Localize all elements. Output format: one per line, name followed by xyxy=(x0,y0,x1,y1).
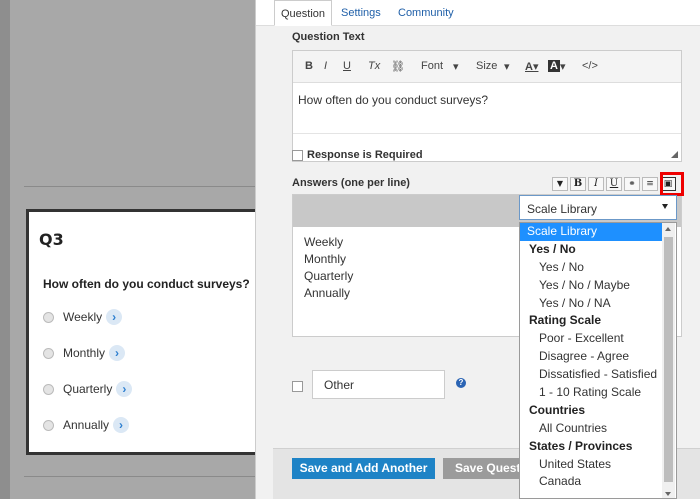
question-number: Q3 xyxy=(39,230,64,249)
dropdown-option[interactable]: Yes / No xyxy=(520,259,663,277)
radio-button[interactable] xyxy=(43,311,54,323)
bold-icon[interactable]: B xyxy=(570,177,586,191)
caret-down-icon xyxy=(662,204,668,209)
dropdown-option[interactable]: Disagree - Agree xyxy=(520,348,663,366)
answers-label: Answers (one per line) xyxy=(292,177,410,189)
dropdown-option[interactable]: Scale Library xyxy=(520,223,663,241)
option-label: Annually xyxy=(63,418,110,432)
chevron-right-icon[interactable]: › xyxy=(109,345,126,361)
highlight-box xyxy=(660,172,684,196)
background-color-icon[interactable]: A xyxy=(548,60,560,72)
question-text-value[interactable]: How often do you conduct surveys? xyxy=(293,83,681,117)
align-center-icon[interactable]: ≡ xyxy=(642,177,658,191)
size-dropdown[interactable]: Size xyxy=(476,60,497,72)
chevron-down-icon[interactable]: ▼ xyxy=(552,177,568,191)
select-value: Scale Library xyxy=(527,202,598,216)
dropdown-option[interactable]: United States xyxy=(520,456,663,474)
preview-option[interactable]: Quarterly › xyxy=(43,381,133,397)
underline-icon[interactable]: U xyxy=(606,177,622,191)
text-color-icon[interactable]: A▾ xyxy=(525,60,538,73)
chevron-down-icon[interactable]: ▾ xyxy=(453,60,459,73)
preview-option[interactable]: Weekly › xyxy=(43,309,123,325)
dropdown-list: Scale Library Yes / No Yes / No Yes / No / … xyxy=(520,223,663,491)
question-preview-card: Q3 How often do you conduct surveys? Wee… xyxy=(26,209,266,455)
divider-line xyxy=(24,186,255,187)
help-icon[interactable]: ? xyxy=(456,378,466,388)
preview-option[interactable]: Annually › xyxy=(43,417,130,433)
dropdown-option[interactable]: All Countries xyxy=(520,420,663,438)
other-checkbox[interactable] xyxy=(292,381,303,392)
link-icon[interactable]: ⚭ xyxy=(624,177,640,191)
tab-community[interactable]: Community xyxy=(398,0,454,26)
scroll-down-icon[interactable] xyxy=(665,492,671,496)
dropdown-option[interactable]: Poor - Excellent xyxy=(520,330,663,348)
radio-button[interactable] xyxy=(43,419,54,431)
dropdown-group-label: Yes / No xyxy=(529,241,576,256)
italic-icon[interactable]: I xyxy=(588,177,604,191)
response-required-label: Response is Required xyxy=(307,149,423,161)
link-icon[interactable]: ⛓ xyxy=(391,60,405,73)
dropdown-option[interactable]: 1 - 10 Rating Scale xyxy=(520,384,663,402)
dropdown-option[interactable]: Canada xyxy=(520,473,663,491)
radio-button[interactable] xyxy=(43,383,54,395)
dropdown-group-label: States / Provinces xyxy=(529,438,633,453)
font-dropdown[interactable]: Font xyxy=(421,60,443,72)
question-text: How often do you conduct surveys? xyxy=(43,277,250,291)
save-and-add-button[interactable]: Save and Add Another xyxy=(292,458,435,479)
tab-settings[interactable]: Settings xyxy=(341,0,381,26)
chevron-down-icon[interactable]: ▾ xyxy=(560,60,566,73)
dropdown-option[interactable]: Yes / No / Maybe xyxy=(520,277,663,295)
tab-question[interactable]: Question xyxy=(274,0,333,26)
option-label: Weekly xyxy=(63,310,103,324)
chevron-down-icon[interactable]: ▾ xyxy=(504,60,510,73)
scroll-up-icon[interactable] xyxy=(665,227,671,231)
dropdown-scrollbar[interactable] xyxy=(662,223,675,498)
dropdown-option[interactable]: Yes / No / NA xyxy=(520,295,663,313)
chevron-right-icon[interactable]: › xyxy=(116,381,133,397)
dropdown-group-label: Countries xyxy=(529,402,586,417)
other-input[interactable]: Other xyxy=(312,370,445,399)
chevron-right-icon[interactable]: › xyxy=(106,309,123,325)
chevron-right-icon[interactable]: › xyxy=(113,417,130,433)
scale-library-dropdown[interactable]: Scale Library Yes / No Yes / No Yes / No / … xyxy=(519,222,677,499)
response-required-checkbox[interactable] xyxy=(292,150,303,161)
preview-option[interactable]: Monthly › xyxy=(43,345,126,361)
dropdown-group-label: Rating Scale xyxy=(529,313,602,328)
dropdown-option[interactable]: Dissatisfied - Satisfied xyxy=(520,366,663,384)
question-text-editor[interactable]: B I U Tx ⛓ Font ▾ Size ▾ A▾ A ▾ </> How … xyxy=(292,50,682,162)
italic-button[interactable]: I xyxy=(324,60,327,72)
resize-handle-icon[interactable] xyxy=(671,151,678,158)
save-question-button[interactable]: Save Question xyxy=(443,458,523,479)
editor-divider xyxy=(293,133,681,134)
editor-tabs: Question Settings Community xyxy=(256,0,700,26)
option-label: Quarterly xyxy=(63,382,113,396)
radio-button[interactable] xyxy=(43,347,54,359)
source-code-button[interactable]: </> xyxy=(582,60,598,72)
clear-format-button[interactable]: Tx xyxy=(368,60,380,72)
bold-button[interactable]: B xyxy=(305,60,313,72)
question-text-label: Question Text xyxy=(292,31,365,43)
scrollbar-thumb[interactable] xyxy=(664,237,673,482)
background-strip xyxy=(0,0,10,499)
scale-library-select[interactable]: Scale Library xyxy=(519,195,677,220)
rich-text-toolbar: B I U Tx ⛓ Font ▾ Size ▾ A▾ A ▾ </> xyxy=(293,51,681,83)
divider-line xyxy=(24,476,255,477)
underline-button[interactable]: U xyxy=(343,60,351,72)
option-label: Monthly xyxy=(63,346,106,360)
